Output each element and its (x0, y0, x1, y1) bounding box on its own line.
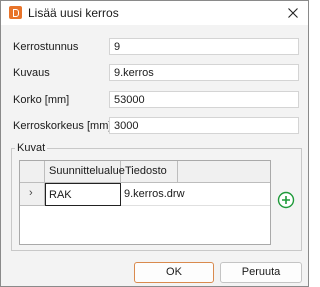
close-icon (288, 8, 298, 18)
kuvat-legend: Kuvat (15, 142, 48, 154)
tiedosto-cell[interactable]: 9.kerros.drw (121, 183, 270, 206)
title-bar: Lisää uusi kerros (1, 1, 308, 25)
kerrostunnus-label: Kerrostunnus (13, 41, 79, 53)
column-header-suunnittelualue[interactable]: Suunnittelualue (45, 161, 125, 182)
row-selector[interactable]: › (20, 183, 45, 206)
current-row-marker-icon: › (29, 187, 33, 199)
ok-button[interactable]: OK (134, 262, 214, 283)
kerroskorkeus-input[interactable] (109, 117, 299, 134)
kerrostunnus-input[interactable] (109, 38, 299, 55)
table-row[interactable]: › RAK 9.kerros.drw (20, 183, 270, 206)
kerroskorkeus-label: Kerroskorkeus [mm] (13, 120, 112, 132)
row-header-corner (20, 161, 45, 182)
korko-input[interactable] (109, 91, 299, 108)
add-drawing-button[interactable] (277, 191, 295, 209)
kuvat-grid[interactable]: Suunnittelualue Tiedosto › RAK 9.kerros.… (19, 160, 271, 245)
column-header-tiedosto[interactable]: Tiedosto (121, 161, 178, 182)
grid-header: Suunnittelualue Tiedosto (20, 161, 270, 183)
dialog-title: Lisää uusi kerros (28, 6, 119, 20)
cancel-button[interactable]: Peruuta (220, 262, 302, 283)
kuvaus-input[interactable] (109, 64, 299, 81)
korko-label: Korko [mm] (13, 94, 70, 106)
close-button[interactable] (278, 1, 308, 25)
app-logo-icon (9, 6, 22, 19)
add-floor-dialog: Lisää uusi kerros Kerrostunnus Kuvaus Ko… (0, 0, 309, 287)
kuvaus-label: Kuvaus (13, 67, 50, 79)
add-circle-icon (277, 191, 295, 209)
suunnittelualue-cell[interactable]: RAK (45, 183, 121, 206)
